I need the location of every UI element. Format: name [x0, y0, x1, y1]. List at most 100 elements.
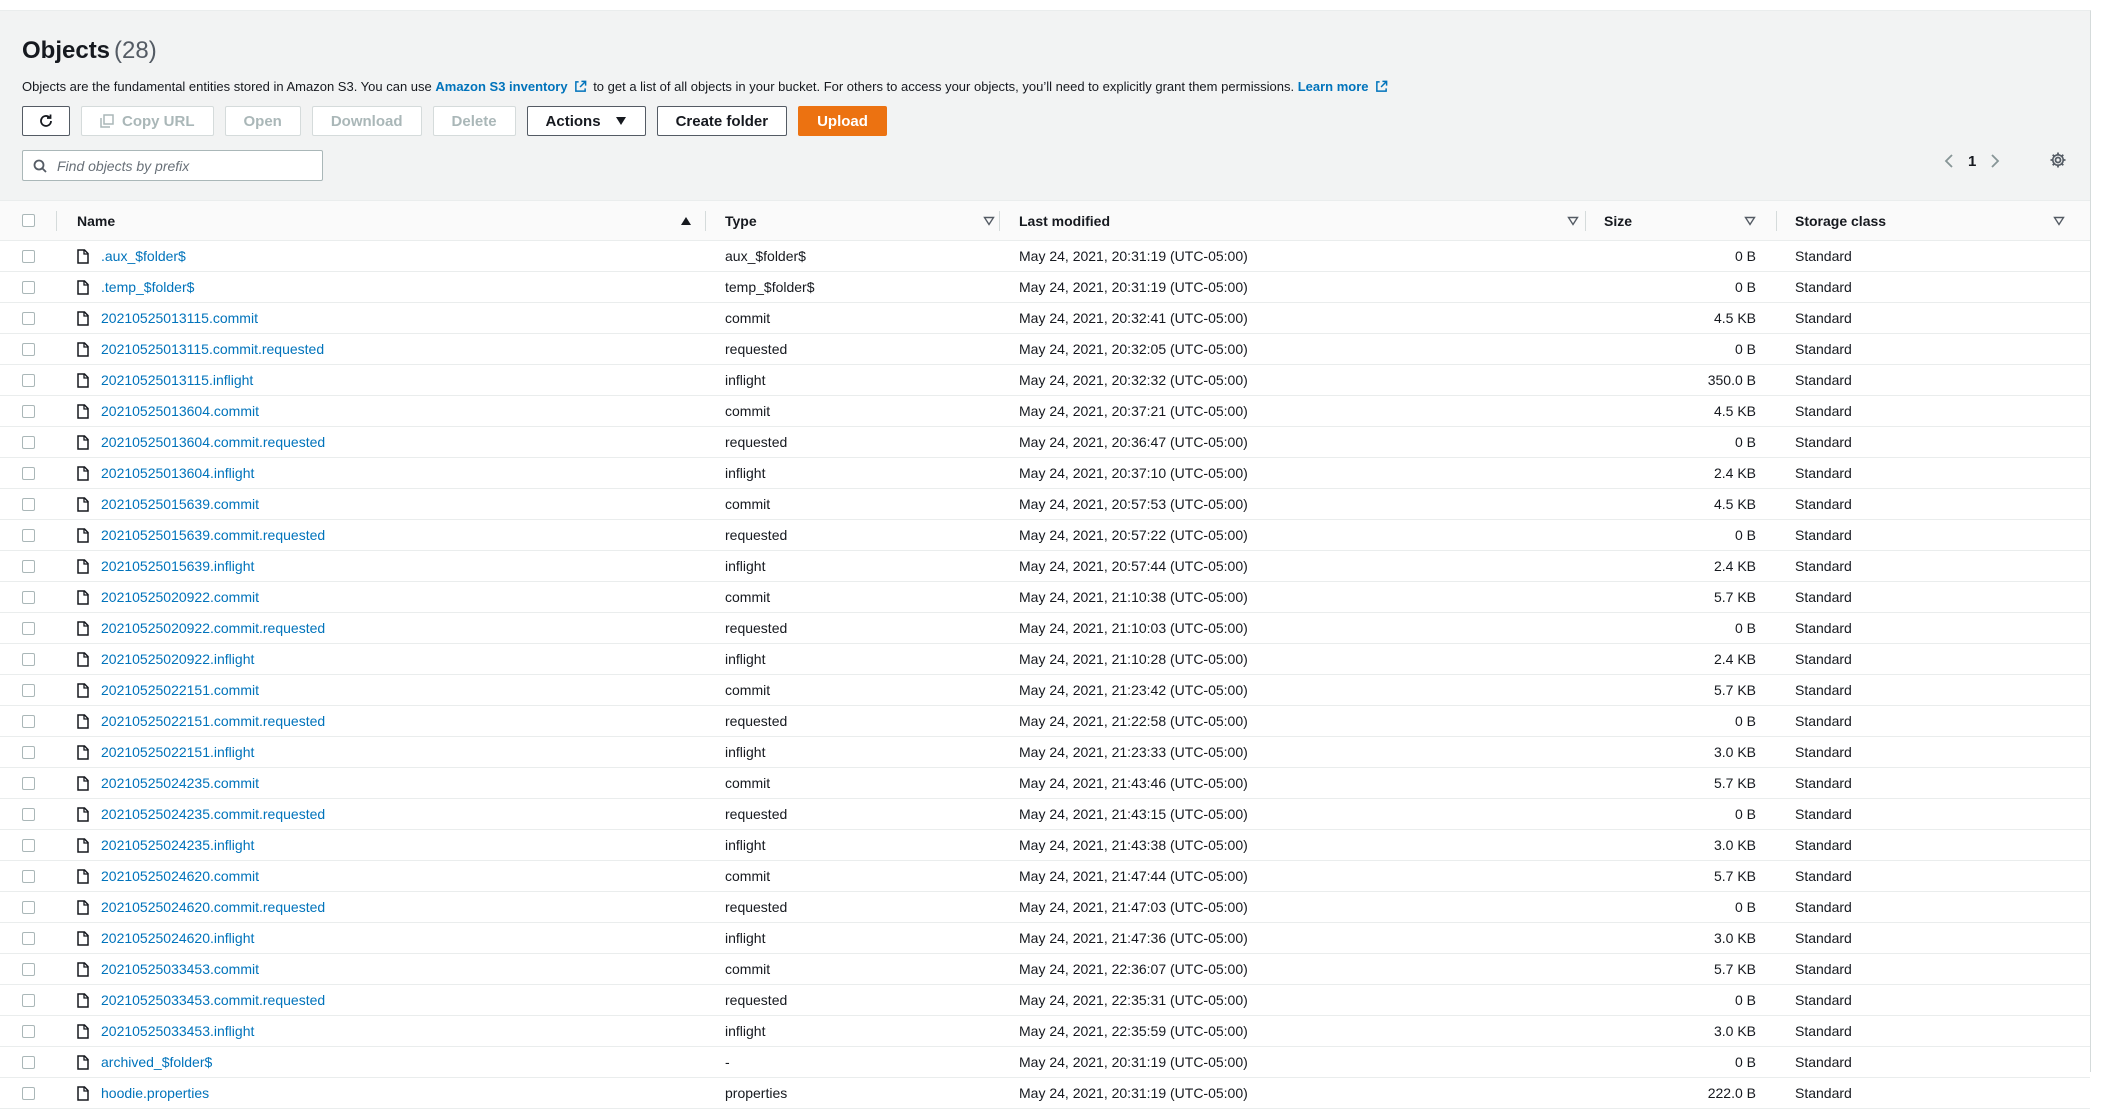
- object-name-link[interactable]: 20210525015639.inflight: [101, 558, 254, 574]
- page-number[interactable]: 1: [1968, 153, 1976, 170]
- object-name-link[interactable]: hoodie.properties: [101, 1085, 209, 1101]
- row-checkbox[interactable]: [22, 590, 35, 604]
- object-name-link[interactable]: 20210525024235.commit.requested: [101, 806, 325, 822]
- row-checkbox[interactable]: [22, 559, 35, 573]
- object-name-link[interactable]: 20210525013115.inflight: [101, 372, 253, 388]
- chevron-left-icon[interactable]: [1944, 153, 1954, 169]
- row-checkbox[interactable]: [22, 683, 35, 697]
- table-row[interactable]: 20210525013115.commit commit May 24, 202…: [0, 303, 2090, 334]
- table-row[interactable]: 20210525013115.inflight inflight May 24,…: [0, 365, 2090, 396]
- select-all-checkbox[interactable]: [22, 214, 35, 227]
- chevron-right-icon[interactable]: [1990, 153, 2000, 169]
- download-button[interactable]: Download: [311, 106, 422, 136]
- external-link-icon[interactable]: [1375, 80, 1388, 93]
- sort-icon[interactable]: [1744, 216, 1756, 226]
- table-row[interactable]: 20210525020922.commit.requested requeste…: [0, 613, 2090, 644]
- learn-more-link[interactable]: Learn more: [1298, 79, 1369, 94]
- object-name-link[interactable]: 20210525020922.inflight: [101, 651, 254, 667]
- column-storage-class-header[interactable]: Storage class: [1795, 201, 2065, 240]
- row-checkbox[interactable]: [22, 1055, 35, 1069]
- object-name-link[interactable]: .temp_$folder$: [101, 279, 194, 295]
- object-name-link[interactable]: 20210525024620.inflight: [101, 930, 254, 946]
- table-row[interactable]: 20210525022151.commit.requested requeste…: [0, 706, 2090, 737]
- refresh-button[interactable]: [22, 106, 70, 136]
- object-name-link[interactable]: 20210525033453.inflight: [101, 1023, 254, 1039]
- object-name-link[interactable]: 20210525013604.commit.requested: [101, 434, 325, 450]
- table-row[interactable]: 20210525022151.commit commit May 24, 202…: [0, 675, 2090, 706]
- open-button[interactable]: Open: [224, 106, 301, 136]
- table-row[interactable]: 20210525013115.commit.requested requeste…: [0, 334, 2090, 365]
- object-name-link[interactable]: 20210525013604.inflight: [101, 465, 254, 481]
- row-checkbox[interactable]: [22, 466, 35, 480]
- column-last-modified-header[interactable]: Last modified: [1019, 201, 1579, 240]
- table-row[interactable]: 20210525020922.inflight inflight May 24,…: [0, 644, 2090, 675]
- object-name-link[interactable]: 20210525033453.commit: [101, 961, 259, 977]
- object-name-link[interactable]: 20210525022151.commit.requested: [101, 713, 325, 729]
- object-name-link[interactable]: 20210525024235.commit: [101, 775, 259, 791]
- object-name-link[interactable]: 20210525013604.commit: [101, 403, 259, 419]
- search-input[interactable]: [55, 156, 309, 175]
- table-row[interactable]: .aux_$folder$ aux_$folder$ May 24, 2021,…: [0, 241, 2090, 272]
- column-name-header[interactable]: Name: [77, 201, 692, 240]
- row-checkbox[interactable]: [22, 776, 35, 790]
- row-checkbox[interactable]: [22, 1086, 35, 1100]
- object-name-link[interactable]: 20210525015639.commit.requested: [101, 527, 325, 543]
- object-name-link[interactable]: 20210525033453.commit.requested: [101, 992, 325, 1008]
- table-row[interactable]: .temp_$folder$ temp_$folder$ May 24, 202…: [0, 272, 2090, 303]
- row-checkbox[interactable]: [22, 373, 35, 387]
- row-checkbox[interactable]: [22, 869, 35, 883]
- object-name-link[interactable]: 20210525022151.inflight: [101, 744, 254, 760]
- row-checkbox[interactable]: [22, 342, 35, 356]
- upload-button[interactable]: Upload: [798, 106, 887, 136]
- object-name-link[interactable]: 20210525022151.commit: [101, 682, 259, 698]
- row-checkbox[interactable]: [22, 311, 35, 325]
- object-name-link[interactable]: 20210525024620.commit.requested: [101, 899, 325, 915]
- table-row[interactable]: 20210525013604.commit commit May 24, 202…: [0, 396, 2090, 427]
- object-name-link[interactable]: 20210525020922.commit.requested: [101, 620, 325, 636]
- table-row[interactable]: archived_$folder$ - May 24, 2021, 20:31:…: [0, 1047, 2090, 1078]
- table-row[interactable]: 20210525024620.inflight inflight May 24,…: [0, 923, 2090, 954]
- table-row[interactable]: 20210525024235.commit commit May 24, 202…: [0, 768, 2090, 799]
- sort-icon[interactable]: [2053, 216, 2065, 226]
- row-checkbox[interactable]: [22, 745, 35, 759]
- table-row[interactable]: 20210525033453.inflight inflight May 24,…: [0, 1016, 2090, 1047]
- table-row[interactable]: 20210525024235.inflight inflight May 24,…: [0, 830, 2090, 861]
- row-checkbox[interactable]: [22, 900, 35, 914]
- row-checkbox[interactable]: [22, 652, 35, 666]
- table-row[interactable]: hoodie.properties properties May 24, 202…: [0, 1078, 2090, 1109]
- row-checkbox[interactable]: [22, 962, 35, 976]
- row-checkbox[interactable]: [22, 807, 35, 821]
- table-row[interactable]: 20210525024620.commit.requested requeste…: [0, 892, 2090, 923]
- table-row[interactable]: 20210525033453.commit.requested requeste…: [0, 985, 2090, 1016]
- sort-ascending-icon[interactable]: [680, 216, 692, 226]
- row-checkbox[interactable]: [22, 249, 35, 263]
- table-row[interactable]: 20210525015639.commit.requested requeste…: [0, 520, 2090, 551]
- column-type-header[interactable]: Type: [725, 201, 995, 240]
- column-size-header[interactable]: Size: [1604, 201, 1756, 240]
- create-folder-button[interactable]: Create folder: [656, 106, 788, 136]
- row-checkbox[interactable]: [22, 528, 35, 542]
- object-name-link[interactable]: .aux_$folder$: [101, 248, 186, 264]
- object-name-link[interactable]: 20210525015639.commit: [101, 496, 259, 512]
- gear-icon[interactable]: [2049, 151, 2067, 169]
- table-row[interactable]: 20210525033453.commit commit May 24, 202…: [0, 954, 2090, 985]
- object-name-link[interactable]: 20210525024620.commit: [101, 868, 259, 884]
- table-row[interactable]: 20210525024235.commit.requested requeste…: [0, 799, 2090, 830]
- copy-url-button[interactable]: Copy URL: [81, 106, 214, 136]
- object-name-link[interactable]: 20210525024235.inflight: [101, 837, 254, 853]
- table-row[interactable]: 20210525022151.inflight inflight May 24,…: [0, 737, 2090, 768]
- object-name-link[interactable]: 20210525013115.commit: [101, 310, 258, 326]
- row-checkbox[interactable]: [22, 435, 35, 449]
- table-row[interactable]: 20210525024620.commit commit May 24, 202…: [0, 861, 2090, 892]
- row-checkbox[interactable]: [22, 280, 35, 294]
- delete-button[interactable]: Delete: [432, 106, 516, 136]
- row-checkbox[interactable]: [22, 931, 35, 945]
- object-name-link[interactable]: 20210525020922.commit: [101, 589, 259, 605]
- row-checkbox[interactable]: [22, 838, 35, 852]
- table-row[interactable]: 20210525015639.commit commit May 24, 202…: [0, 489, 2090, 520]
- s3-inventory-link[interactable]: Amazon S3 inventory: [435, 79, 567, 94]
- actions-dropdown[interactable]: Actions: [526, 106, 646, 136]
- sort-icon[interactable]: [983, 216, 995, 226]
- row-checkbox[interactable]: [22, 714, 35, 728]
- object-name-link[interactable]: archived_$folder$: [101, 1054, 212, 1070]
